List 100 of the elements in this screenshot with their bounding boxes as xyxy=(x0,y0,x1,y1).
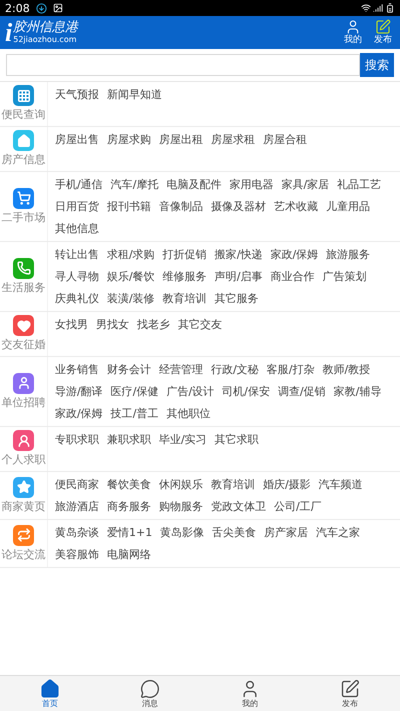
category-link[interactable]: 毕业/实习 xyxy=(159,429,207,451)
account-button[interactable]: 我的 xyxy=(344,19,362,46)
logo-title: 胶州信息港 xyxy=(13,20,78,35)
category-link[interactable]: 司机/保安 xyxy=(222,381,270,403)
download-icon xyxy=(36,2,47,14)
category-link[interactable]: 教师/教授 xyxy=(322,359,370,381)
category-link[interactable]: 兼职求职 xyxy=(107,429,151,451)
category-link[interactable]: 家用电器 xyxy=(229,174,274,196)
category-link[interactable]: 财务会计 xyxy=(107,359,151,381)
category-link[interactable]: 其他信息 xyxy=(55,218,99,240)
category-link[interactable]: 求租/求购 xyxy=(107,244,155,266)
category-link[interactable]: 女找男 xyxy=(55,314,88,336)
category-link[interactable]: 庆典礼仪 xyxy=(55,288,99,310)
category-link[interactable]: 其它交友 xyxy=(178,314,222,336)
category-link[interactable]: 专职求职 xyxy=(55,429,99,451)
post-button[interactable]: 发布 xyxy=(374,19,392,46)
tab-item[interactable]: 发布 xyxy=(300,676,400,711)
category-link[interactable]: 天气预报 xyxy=(55,84,99,106)
category-link[interactable]: 教育培训 xyxy=(211,474,255,496)
home-icon xyxy=(40,678,60,698)
category-link[interactable]: 报刊书籍 xyxy=(107,196,151,218)
category-link[interactable]: 房产家居 xyxy=(264,522,308,544)
category-link[interactable]: 日用百货 xyxy=(55,196,99,218)
category-link[interactable]: 电脑网络 xyxy=(107,544,151,566)
category-link[interactable]: 餐饮美食 xyxy=(107,474,151,496)
logo-domain: 52jiaozhou.com xyxy=(13,35,78,45)
category-link[interactable]: 摄像及器材 xyxy=(211,196,266,218)
category-link[interactable]: 商业合作 xyxy=(270,266,314,288)
category-link[interactable]: 汽车频道 xyxy=(318,474,363,496)
wifi-icon xyxy=(361,3,371,13)
category-link[interactable]: 声明/启事 xyxy=(214,266,262,288)
category-label: 论坛交流 xyxy=(2,546,46,562)
category-link[interactable]: 其它服务 xyxy=(214,288,259,310)
category-link[interactable]: 广告/设计 xyxy=(166,381,214,403)
category-link[interactable]: 休闲娱乐 xyxy=(159,474,203,496)
edit-icon xyxy=(340,678,360,698)
category-link[interactable]: 房屋求购 xyxy=(107,129,151,151)
category-link[interactable]: 其他职位 xyxy=(166,403,210,425)
category-link[interactable]: 房屋求租 xyxy=(211,129,255,151)
category-link[interactable]: 舌尖美食 xyxy=(212,522,256,544)
category-link[interactable]: 婚庆/摄影 xyxy=(263,474,311,496)
category-link[interactable]: 便民商家 xyxy=(55,474,99,496)
category-link[interactable]: 客服/打杂 xyxy=(266,359,314,381)
category-link[interactable]: 汽车之家 xyxy=(316,522,360,544)
category-link[interactable]: 技工/普工 xyxy=(110,403,158,425)
category-link[interactable]: 黄岛影像 xyxy=(160,522,204,544)
category-link[interactable]: 爱情1+1 xyxy=(107,522,152,544)
category-link[interactable]: 维修服务 xyxy=(162,266,207,288)
category-link[interactable]: 男找女 xyxy=(96,314,129,336)
category-label: 便民查询 xyxy=(2,107,46,123)
category-link[interactable]: 党政文体卫 xyxy=(211,496,266,518)
category-link[interactable]: 音像制品 xyxy=(159,196,203,218)
tab-item[interactable]: 消息 xyxy=(100,676,200,711)
category-link[interactable]: 购物服务 xyxy=(159,496,203,518)
category-link[interactable]: 转让出售 xyxy=(55,244,99,266)
search-button[interactable]: 搜索 xyxy=(360,53,394,77)
category-link[interactable]: 旅游服务 xyxy=(326,244,370,266)
category-link[interactable]: 电脑及配件 xyxy=(166,174,222,196)
category-link[interactable]: 家政/保姆 xyxy=(55,403,103,425)
tab-item[interactable]: 首页 xyxy=(0,676,100,711)
category-link[interactable]: 新闻早知道 xyxy=(107,84,162,106)
category-link[interactable]: 儿童用品 xyxy=(326,196,370,218)
category-link[interactable]: 调查/促销 xyxy=(278,381,326,403)
category-link[interactable]: 房屋合租 xyxy=(263,129,307,151)
category-link[interactable]: 其它求职 xyxy=(214,429,259,451)
category-link[interactable]: 导游/翻译 xyxy=(55,381,103,403)
signal-icon xyxy=(373,3,383,13)
image-icon xyxy=(52,3,63,13)
tab-item[interactable]: 我的 xyxy=(200,676,300,711)
category-link[interactable]: 家具/家居 xyxy=(281,174,330,196)
category-link[interactable]: 业务销售 xyxy=(55,359,99,381)
category-label: 个人求职 xyxy=(2,452,46,468)
category-link[interactable]: 搬家/快递 xyxy=(214,244,262,266)
category-link[interactable]: 黄岛杂谈 xyxy=(55,522,99,544)
category-label: 商家黄页 xyxy=(2,498,46,514)
category-link[interactable]: 房屋出租 xyxy=(159,129,203,151)
category-link[interactable]: 房屋出售 xyxy=(55,129,99,151)
category-link[interactable]: 行政/文秘 xyxy=(211,359,259,381)
category-link[interactable]: 家政/保姆 xyxy=(270,244,318,266)
category-link[interactable]: 汽车/摩托 xyxy=(110,174,158,196)
category-link[interactable]: 寻人寻物 xyxy=(55,266,99,288)
status-time: 2:08 xyxy=(5,2,30,14)
category-link[interactable]: 礼品工艺 xyxy=(337,174,382,196)
category-link[interactable]: 旅游酒店 xyxy=(55,496,99,518)
category-label: 单位招聘 xyxy=(2,394,46,410)
category-link[interactable]: 美容服饰 xyxy=(55,544,99,566)
category-link[interactable]: 医疗/保健 xyxy=(110,381,158,403)
category-link[interactable]: 教育培训 xyxy=(162,288,207,310)
category-link[interactable]: 装潢/装修 xyxy=(107,288,155,310)
category-link[interactable]: 找老乡 xyxy=(137,314,170,336)
category-link[interactable]: 商务服务 xyxy=(107,496,151,518)
category-link[interactable]: 手机/通信 xyxy=(55,174,103,196)
category-link[interactable]: 经营管理 xyxy=(159,359,203,381)
category-link[interactable]: 家教/辅导 xyxy=(334,381,382,403)
category-link[interactable]: 公司/工厂 xyxy=(274,496,322,518)
category-link[interactable]: 娱乐/餐饮 xyxy=(107,266,155,288)
category-link[interactable]: 艺术收藏 xyxy=(274,196,318,218)
search-field[interactable] xyxy=(6,54,360,76)
category-link[interactable]: 广告策划 xyxy=(322,266,366,288)
category-link[interactable]: 打折促销 xyxy=(162,244,207,266)
